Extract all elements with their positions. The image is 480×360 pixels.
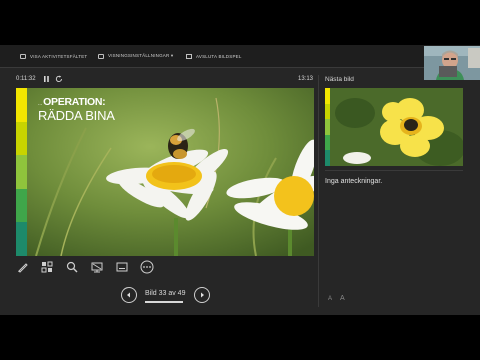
slide-counter-underline [145, 301, 183, 303]
next-slide-label: Nästa bild [325, 76, 354, 83]
more-icon[interactable] [140, 260, 154, 274]
notes-divider [325, 170, 463, 171]
pane-divider[interactable] [318, 75, 319, 307]
slide-title-line1: OPERATION: [43, 96, 106, 108]
slide-title-line2: RÄDDA BINA [38, 107, 115, 123]
timer-pause-icon[interactable] [43, 75, 50, 85]
next-slide-preview[interactable] [325, 88, 463, 166]
display-settings-button[interactable]: VISNINGSINSTÄLLNINGAR ▾ [98, 51, 173, 61]
next-slide-photo [325, 88, 463, 166]
display-settings-icon [98, 53, 104, 59]
clock: 13:13 [298, 76, 314, 82]
taskbar-icon [20, 53, 26, 59]
pen-icon[interactable] [16, 260, 30, 274]
end-show-button[interactable]: AVSLUTA BILDSPEL [186, 51, 242, 61]
zoom-icon[interactable] [65, 260, 79, 274]
presenter-toolbar: VISA AKTIVITETSFÄLTET VISNINGSINSTÄLLNIN… [0, 45, 480, 68]
display-settings-label: VISNINGSINSTÄLLNINGAR ▾ [108, 53, 174, 58]
timer-reset-icon[interactable] [55, 75, 63, 85]
next-slide-button[interactable] [194, 287, 210, 303]
slide-title: ... OPERATION: RÄDDA BINA [38, 97, 115, 122]
show-taskbar-label: VISA AKTIVITETSFÄLTET [30, 53, 88, 59]
speaker-notes[interactable]: Inga anteckningar. [325, 178, 382, 185]
subtitles-icon[interactable] [115, 260, 129, 274]
presenter-webcam [424, 46, 480, 80]
show-taskbar-button[interactable]: VISA AKTIVITETSFÄLTET [20, 51, 87, 61]
notes-font-decrease-icon[interactable]: A [328, 296, 332, 302]
slide-title-prefix: ... [38, 101, 43, 107]
elapsed-timer: 0:11:32 [16, 76, 36, 82]
display-icon[interactable] [90, 260, 104, 274]
chevron-left-icon [127, 292, 130, 298]
slides-grid-icon[interactable] [40, 260, 54, 274]
notes-font-increase-icon[interactable]: A [340, 295, 345, 302]
chevron-right-icon [201, 292, 204, 298]
presenter-view: VISA AKTIVITETSFÄLTET VISNINGSINSTÄLLNIN… [0, 45, 480, 315]
end-show-label: AVSLUTA BILDSPEL [196, 53, 242, 59]
current-slide[interactable]: ... OPERATION: RÄDDA BINA [16, 88, 314, 256]
end-show-icon [186, 53, 192, 59]
previous-slide-button[interactable] [121, 287, 137, 303]
slide-counter[interactable]: Bild 33 av 49 [145, 290, 185, 297]
